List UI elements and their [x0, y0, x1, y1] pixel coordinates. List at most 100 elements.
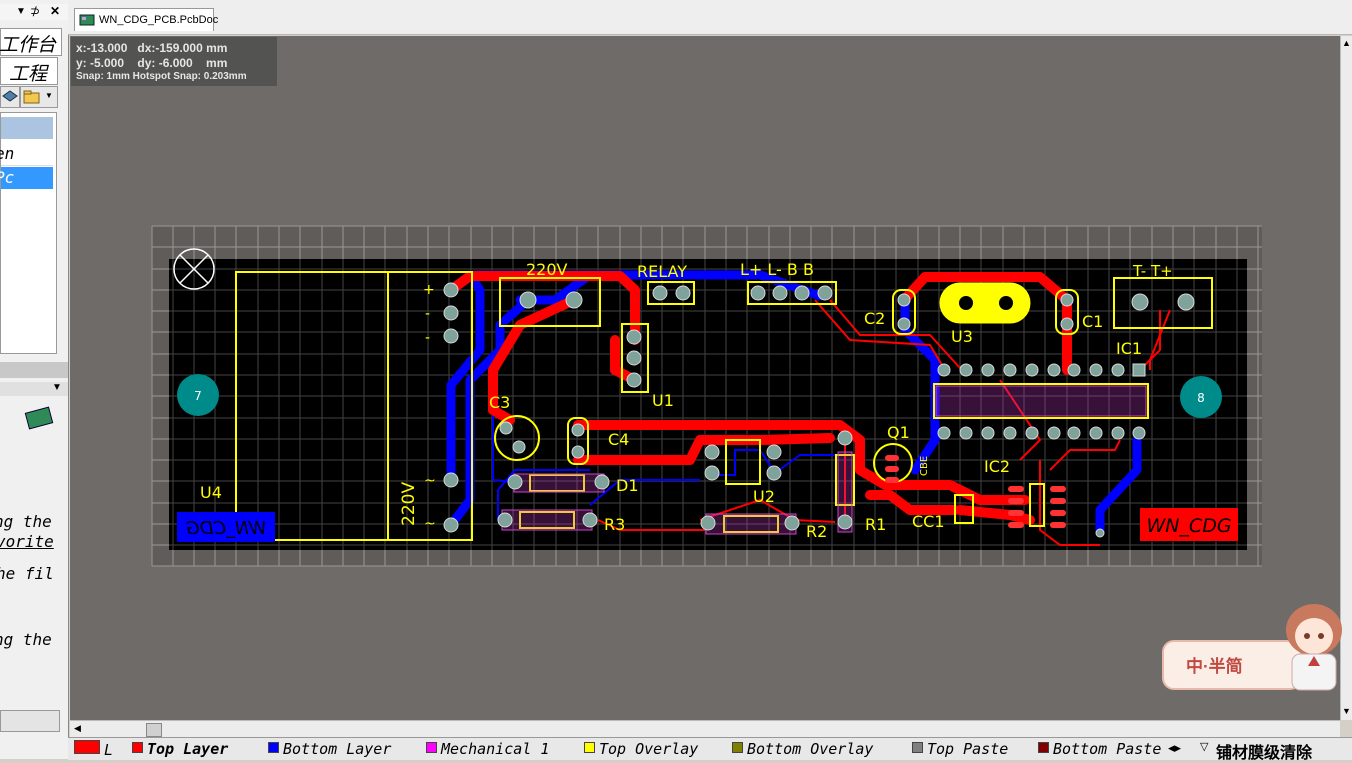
tree-item-selected[interactable]: Pc	[0, 167, 53, 189]
workspace-button[interactable]: 工作台	[0, 28, 62, 56]
dropdown-arrow-icon[interactable]: ▼	[52, 382, 62, 393]
anime-character-icon	[1286, 604, 1342, 691]
folder-dropdown[interactable]: ▼	[20, 86, 58, 108]
pcb-canvas[interactable]: WN_CDG WN_CDG U4 220V RELAY L+ L- B B C2…	[70, 36, 1340, 720]
ime-watermark: 中·半简	[1160, 600, 1352, 692]
layer-color-swatch	[268, 742, 279, 753]
tree-item[interactable]: en	[0, 143, 53, 166]
layer-tab-bottom-overlay[interactable]: Bottom Overlay	[730, 740, 906, 760]
project-label: 工程	[9, 63, 48, 85]
tree-header	[1, 117, 53, 139]
u3-pad	[959, 296, 973, 310]
label-cc1: CC1	[912, 512, 945, 531]
label-r3: R3	[604, 515, 625, 534]
tree-item-label: Pc	[0, 168, 15, 187]
label-tt: T- T+	[1132, 262, 1173, 280]
layer-color-swatch	[912, 742, 923, 753]
layer-tab-mechanical[interactable]: Mechanical 1	[424, 740, 576, 760]
help-text: ng the	[0, 512, 52, 531]
label-r1: R1	[865, 515, 886, 534]
layer-color-swatch	[732, 742, 743, 753]
label-220v-side: 220V	[399, 482, 419, 526]
layer-tab-top-layer[interactable]: Top Layer	[130, 740, 262, 760]
scroll-down-icon[interactable]: ▼	[1342, 706, 1351, 716]
label-lb: L+ L- B B	[740, 260, 814, 279]
pcb-board[interactable]: WN_CDG WN_CDG U4 220V RELAY L+ L- B B C2…	[70, 36, 1340, 720]
label-u4: U4	[200, 483, 222, 502]
close-icon[interactable]: ✕	[50, 4, 60, 18]
layer-tab-bottom-layer[interactable]: Bottom Layer	[266, 740, 418, 760]
snap-info: Snap: 1mm Hotspot Snap: 0.203mm	[76, 71, 247, 82]
favorites-link[interactable]: vorite	[0, 532, 54, 551]
label-c4: C4	[608, 430, 629, 449]
scroll-left-icon[interactable]: ◀	[74, 723, 81, 734]
pcb-file-icon	[79, 14, 95, 26]
layer-color-swatch	[426, 742, 437, 753]
layer-tab-bottom-paste[interactable]: Bottom Paste	[1036, 740, 1164, 760]
files-panel-header: ▼	[0, 382, 68, 396]
panel-button[interactable]	[0, 710, 60, 732]
layer-color-swatch	[132, 742, 143, 753]
layers-icon	[2, 90, 18, 102]
label-u2: U2	[753, 487, 775, 506]
dropdown-arrow-icon[interactable]: ▼	[16, 6, 26, 17]
u3-crystal[interactable]	[939, 282, 1031, 324]
project-tree: en Pc	[0, 112, 57, 354]
label-ic1: IC1	[1116, 339, 1142, 358]
project-button[interactable]: 工程	[0, 57, 58, 85]
coordinate-dy: y: -5.000 dy: -6.000 mm	[76, 56, 228, 70]
scroll-thumb[interactable]	[146, 723, 162, 737]
label-ic2: IC2	[984, 457, 1010, 476]
projects-panel: ▼ ⊅ ✕ 工作台 工程 ▼ en Pc ▼ ng the vorite he …	[0, 0, 69, 759]
layer-color-swatch	[74, 740, 100, 754]
label-tilde: ~	[424, 516, 436, 532]
layer-tab-bar: L Top Layer Bottom Layer Mechanical 1 To…	[68, 737, 1352, 762]
label-u3: U3	[951, 327, 973, 346]
help-text: he fil	[0, 564, 54, 583]
label-minus: -	[425, 330, 430, 346]
layer-tab-top-paste[interactable]: Top Paste	[910, 740, 1034, 760]
layer-tab-top-overlay[interactable]: Top Overlay	[582, 740, 724, 760]
scroll-up-icon[interactable]: ▲	[1342, 38, 1351, 48]
label-220v-top: 220V	[526, 260, 568, 279]
chevron-down-icon: ▼	[45, 91, 53, 100]
label-minus: -	[425, 306, 430, 322]
hole-label-8: 8	[1197, 391, 1205, 405]
label-relay: RELAY	[637, 262, 687, 281]
document-tab[interactable]: WN_CDG_PCB.PcbDoc	[74, 8, 218, 31]
ime-label: 中·半简	[1186, 657, 1243, 676]
top-logo-text: WN_CDG	[1146, 515, 1231, 537]
ic1-pin1-pad[interactable]	[1132, 363, 1146, 377]
scroll-layers-icon[interactable]: ◂▸	[1168, 740, 1181, 756]
label-c2: C2	[864, 309, 885, 328]
bottom-logo-text: WN_CDG	[186, 518, 267, 539]
panel-header: ▼ ⊅ ✕	[0, 4, 68, 20]
layer-color-swatch	[1038, 742, 1049, 753]
coordinate-readout: x:-13.000 dx:-159.000 mm y: -5.000 dy: -…	[71, 37, 277, 86]
label-plus: +	[423, 282, 435, 298]
label-r2: R2	[806, 522, 827, 541]
pcb-document-icon	[24, 406, 54, 430]
label-cbe: CBE	[919, 456, 930, 476]
coordinate-xy: x:-13.000 dx:-159.000 mm	[76, 41, 228, 55]
help-text: ng the	[0, 630, 52, 649]
folder-icon	[23, 90, 40, 104]
tree-item-label: en	[0, 144, 15, 163]
status-text: 铺材膜级清除	[1216, 743, 1313, 762]
horizontal-scrollbar[interactable]: ◀	[70, 720, 1340, 738]
document-tab-strip	[68, 0, 1352, 35]
label-c1: C1	[1082, 312, 1103, 331]
layer-view-button[interactable]	[0, 86, 20, 108]
label-c3: C3	[489, 393, 510, 412]
panel-splitter[interactable]	[0, 362, 68, 378]
current-layer-tab[interactable]: L	[72, 740, 120, 760]
pin-icon[interactable]: ⊅	[30, 4, 40, 18]
label-d1: D1	[616, 476, 639, 495]
workspace-label: 工作台	[0, 34, 57, 56]
document-tab-label: WN_CDG_PCB.PcbDoc	[99, 14, 219, 26]
layer-menu-icon[interactable]: ▽	[1200, 740, 1208, 753]
layer-color-swatch	[584, 742, 595, 753]
u3-pad	[999, 296, 1013, 310]
label-q1: Q1	[887, 423, 910, 442]
label-tilde: ~	[424, 473, 436, 489]
